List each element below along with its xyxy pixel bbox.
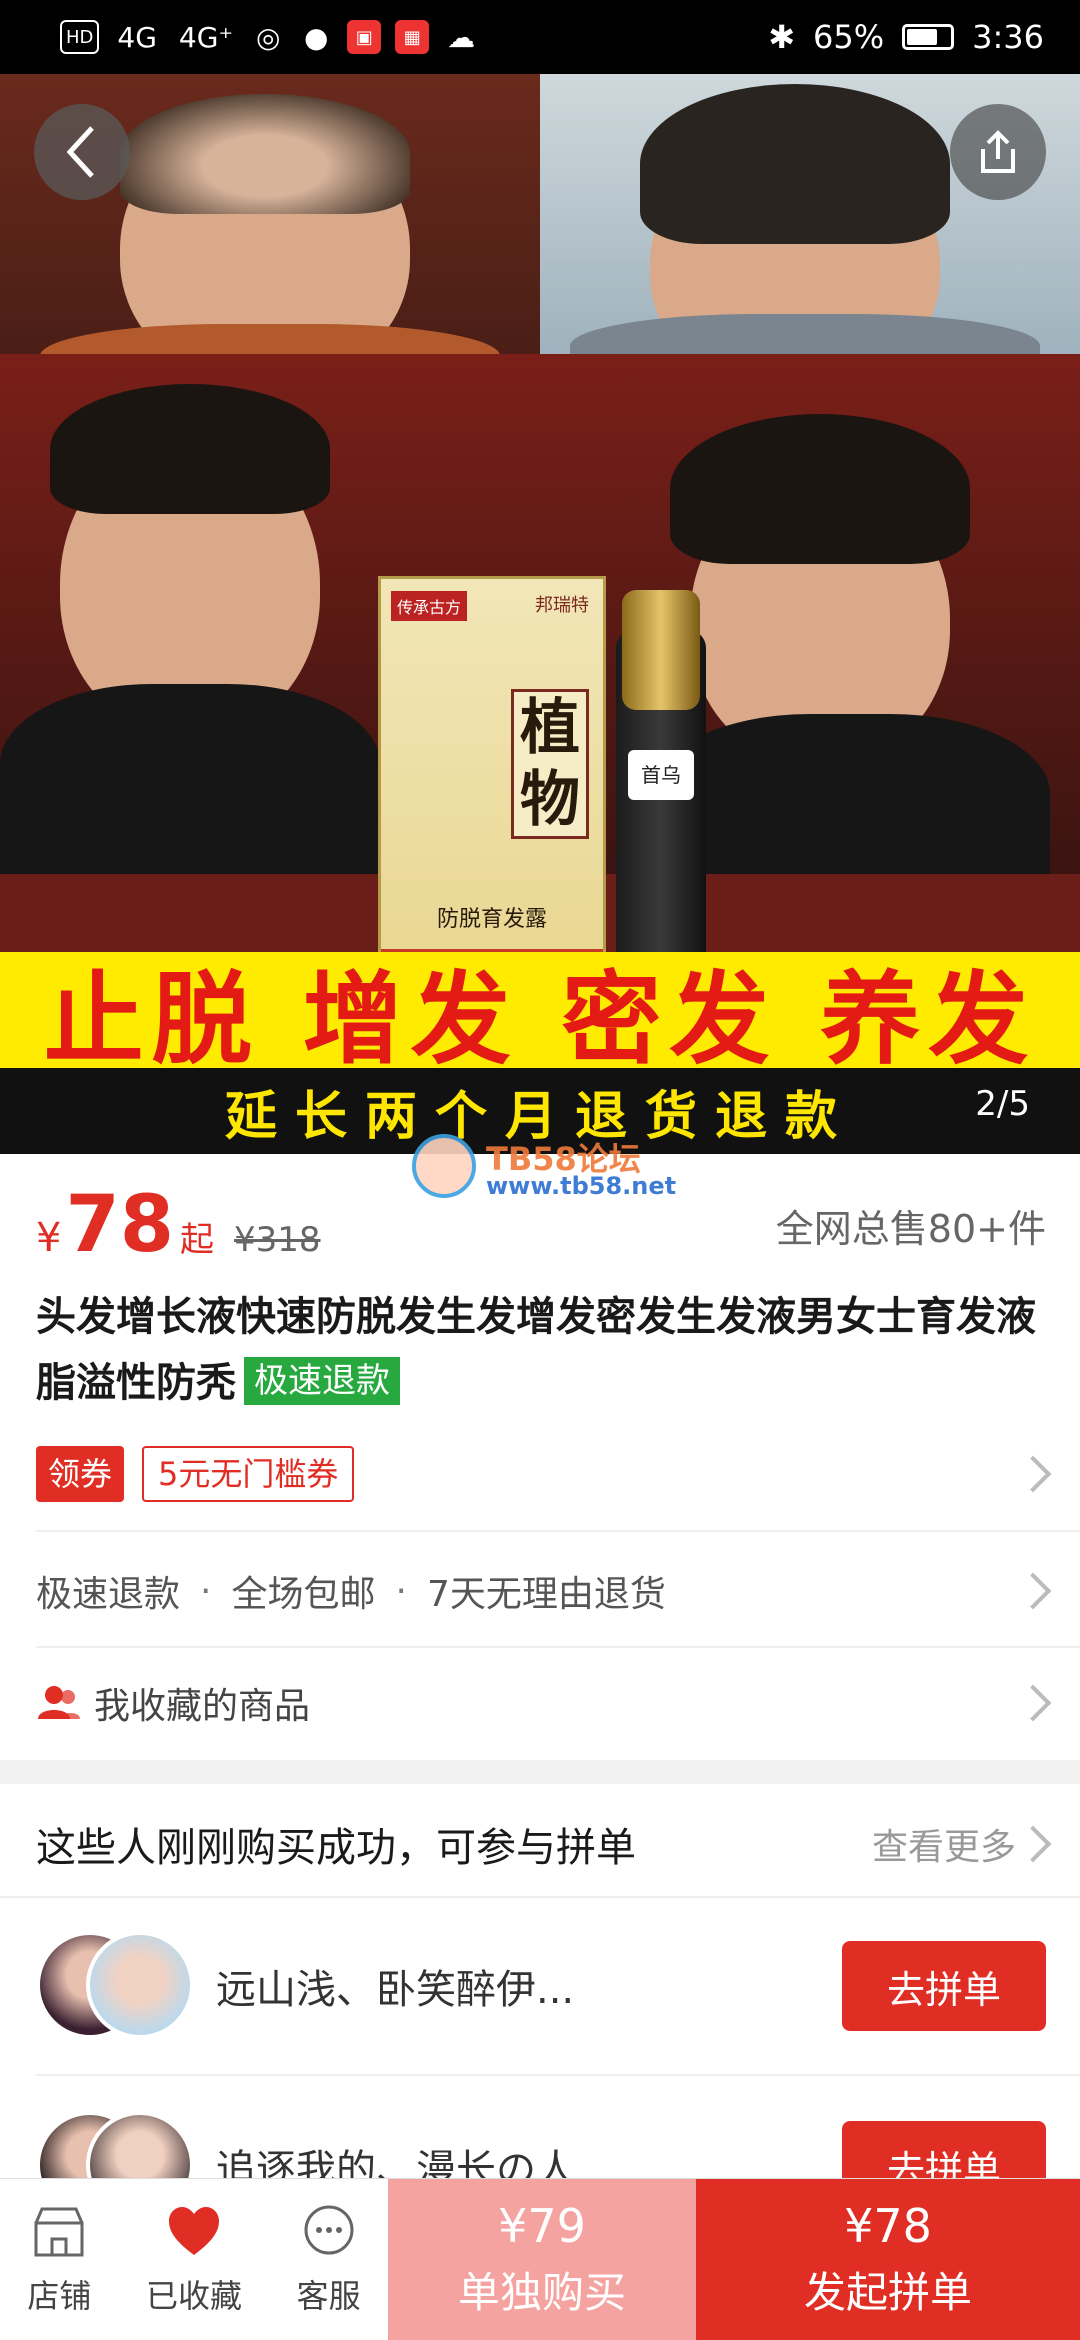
share-button[interactable] [950, 104, 1046, 200]
group-member-names: 远山浅、卧笑醉伊... [216, 1967, 575, 2013]
separator-dot: · [200, 1570, 212, 1612]
chevron-right-icon [1014, 1572, 1052, 1610]
tab-customer-service[interactable]: 客服 [297, 2203, 361, 2317]
coupon-row[interactable]: 领券 5元无门槛券 [36, 1444, 1052, 1504]
bottom-action-bar: 店铺 已收藏 客服 ¥79 单独购买 ¥78 发起拼单 [0, 2178, 1080, 2340]
chevron-right-icon [1014, 1825, 1052, 1863]
bluetooth-icon: ✱ [768, 18, 796, 56]
app-notification-icon: ▣ [347, 20, 382, 54]
start-group-buy-button[interactable]: ¥78 发起拼单 [696, 2179, 1080, 2340]
buy-alone-button[interactable]: ¥79 单独购买 [388, 2179, 696, 2340]
service-row[interactable]: 极速退款 · 全场包邮 · 7天无理由退货 [36, 1556, 1052, 1626]
group-buy-heading: 这些人刚刚购买成功，可参与拼单 [36, 1825, 636, 1871]
status-right: ✱ 65% 3:36 [768, 18, 1044, 56]
heart-icon [168, 2206, 219, 2255]
service-item: 极速退款 [36, 1574, 181, 1615]
service-item: 全场包邮 [231, 1574, 376, 1615]
signal-4g-icon: 4G [117, 20, 157, 54]
back-button[interactable] [34, 104, 130, 200]
chevron-left-icon [66, 126, 94, 178]
people-icon [38, 1686, 80, 1719]
avatar-group [36, 1931, 196, 2041]
message-icon: ● [304, 20, 329, 54]
section-gap [0, 1760, 1080, 1784]
bottom-tabs: 店铺 已收藏 客服 [0, 2179, 388, 2340]
join-group-button[interactable]: 去拼单 [842, 1941, 1046, 2031]
group-price: ¥78 [844, 2199, 932, 2253]
hotspot-icon: ◎ [256, 20, 281, 54]
product-title-text: 头发增长液快速防脱发生发增发密发生发液男女士育发液脂溢性防秃 [36, 1294, 1036, 1406]
tab-store[interactable]: 店铺 [27, 2203, 91, 2317]
divider [0, 1896, 1080, 1898]
tab-favorited[interactable]: 已收藏 [146, 2203, 242, 2317]
promo-banner-main: 止脱 增发 密发 养发 [0, 952, 1080, 1078]
box-subtitle: 防脱育发露 [436, 907, 547, 932]
my-favorites-row[interactable]: 我收藏的商品 [36, 1668, 1052, 1738]
store-icon [34, 2207, 84, 2256]
share-icon [981, 130, 1015, 173]
signal-4g-plus-icon: 4G⁺ [178, 20, 234, 54]
price-suffix: 起 [180, 1220, 214, 1260]
hd-icon: HD [60, 20, 100, 54]
single-price: ¥79 [498, 2199, 586, 2253]
price: 78 [65, 1180, 174, 1270]
box-tag: 传承古方 [391, 591, 468, 621]
page-indicator: 2/5 [975, 1084, 1030, 1124]
avatar [86, 1931, 194, 2039]
cloud-icon: ☁ [447, 20, 476, 54]
clock: 3:36 [972, 18, 1044, 56]
single-label: 单独购买 [457, 2268, 626, 2317]
separator-dot: · [395, 1570, 407, 1612]
group-row: 远山浅、卧笑醉伊... 去拼单 [36, 1926, 1046, 2046]
chat-icon [304, 2205, 354, 2254]
tab-label: 客服 [296, 2276, 361, 2315]
status-bar: HD 4G 4G⁺ ◎ ● ▣ ▦ ☁ ✱ 65% 3:36 [0, 0, 1080, 74]
group-label: 发起拼单 [803, 2268, 972, 2317]
coupon-item[interactable]: 5元无门槛券 [142, 1446, 355, 1502]
qr-app-icon: ▦ [395, 20, 430, 54]
view-more-link[interactable]: 查看更多 [872, 1818, 1016, 1870]
status-left: HD 4G 4G⁺ ◎ ● ▣ ▦ ☁ [60, 20, 479, 54]
battery-percent: 65% [813, 18, 885, 56]
box-brand: 邦瑞特 [535, 595, 589, 616]
divider [36, 1530, 1080, 1532]
chevron-right-icon [1014, 1455, 1052, 1493]
product-image-gallery[interactable]: 传承古方 邦瑞特 植物 防脱育发露 首乌 止脱 增发 密发 养发 延长两个月退货… [0, 74, 1080, 1154]
sold-count: 全网总售80+件 [775, 1207, 1046, 1251]
divider [36, 1646, 1080, 1648]
tab-label: 店铺 [27, 2276, 92, 2315]
box-name: 植物 [511, 689, 589, 839]
currency-symbol: ¥ [36, 1215, 62, 1261]
tab-label: 已收藏 [145, 2276, 242, 2315]
product-box: 传承古方 邦瑞特 植物 防脱育发露 [378, 576, 606, 996]
favorites-label: 我收藏的商品 [94, 1686, 311, 1727]
chevron-right-icon [1014, 1684, 1052, 1722]
bottle-label: 首乌 [628, 750, 694, 800]
price-row: ¥ 78 起 ¥318 全网总售80+件 [36, 1180, 1046, 1270]
product-title: 头发增长液快速防脱发生发增发密发生发液男女士育发液脂溢性防秃 极速退款 [36, 1284, 1046, 1416]
service-item: 7天无理由退货 [426, 1574, 666, 1615]
divider [36, 2074, 1080, 2076]
coupon-tag: 领券 [36, 1446, 125, 1502]
fast-refund-badge: 极速退款 [244, 1357, 400, 1405]
original-price: ¥318 [234, 1220, 321, 1260]
battery-icon [902, 24, 955, 50]
group-buy-header: 这些人刚刚购买成功，可参与拼单 查看更多 [36, 1804, 1052, 1884]
